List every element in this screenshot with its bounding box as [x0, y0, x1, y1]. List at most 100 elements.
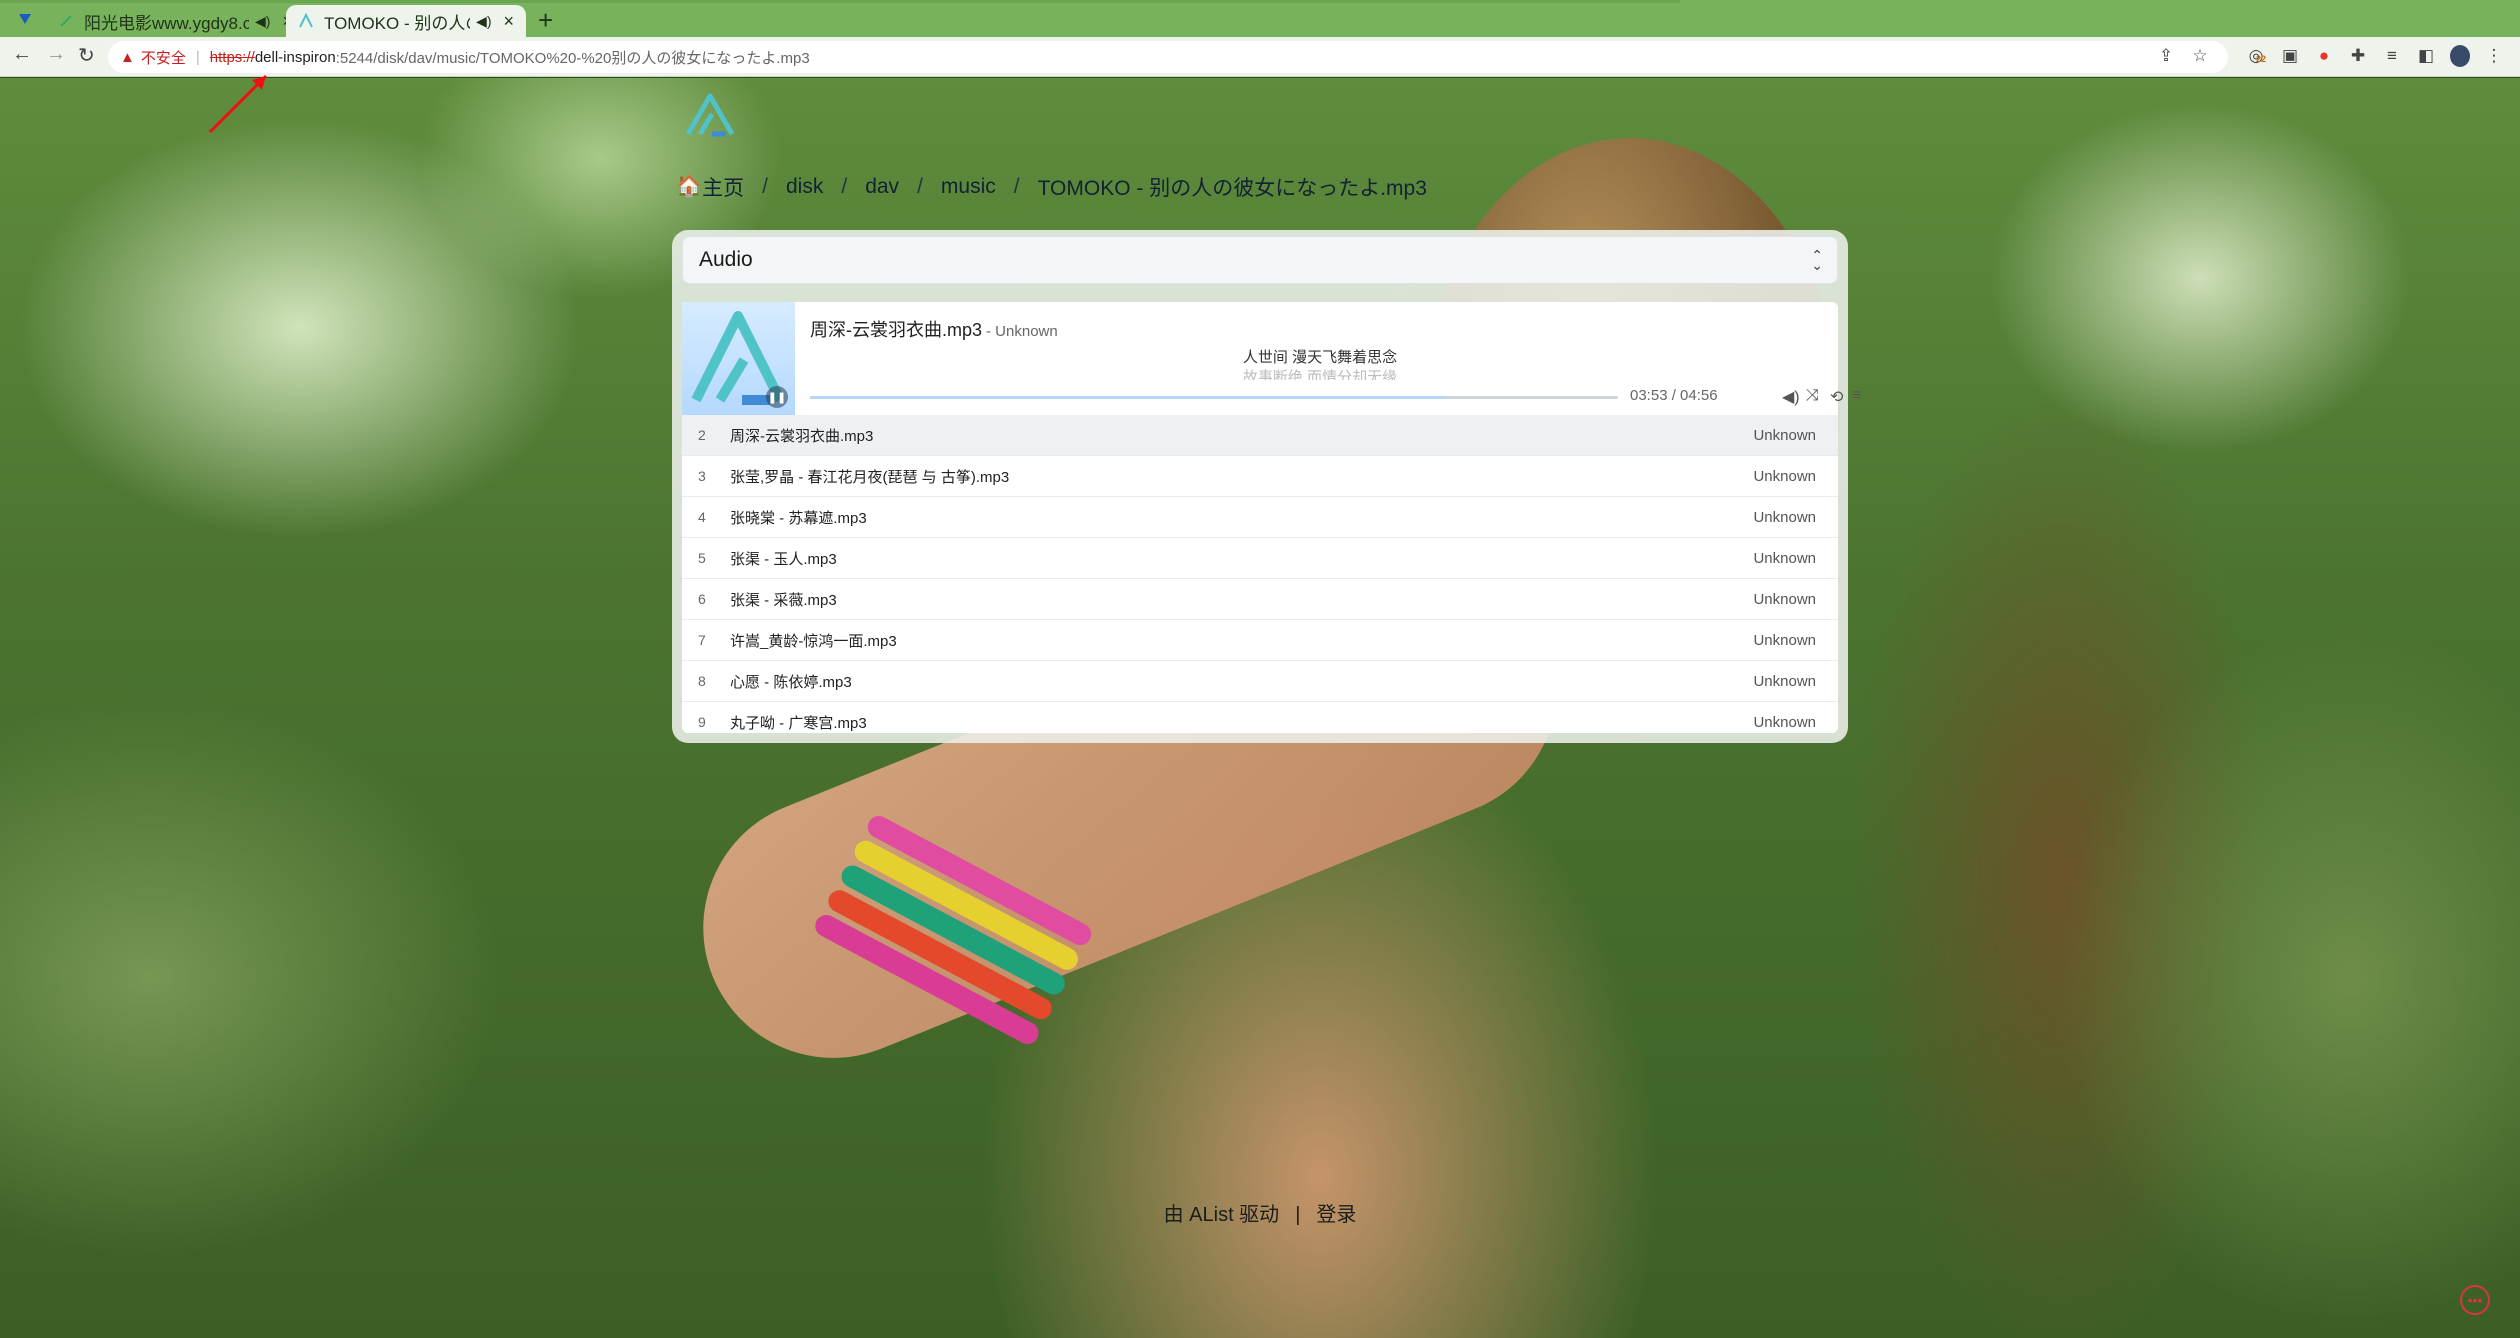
track-artist: Unknown: [1753, 508, 1816, 526]
breadcrumb-separator: /: [1013, 175, 1020, 198]
tab-strip: 阳光电影www.ygdy8.c ◀) × TOMOKO - 别の人の彼 ◀) ×…: [0, 0, 2520, 37]
alist-icon: [298, 12, 314, 29]
song-title: 周深-云裳羽衣曲.mp3: [810, 320, 983, 340]
extension-badge-icon[interactable]: ◎ 22: [2246, 46, 2266, 66]
viewer-select[interactable]: Audio ⌃ ⌄: [682, 236, 1838, 284]
playlist-item[interactable]: 4 张晓棠 - 苏幕遮.mp3 Unknown: [682, 497, 1838, 538]
breadcrumb-dav[interactable]: dav: [865, 175, 899, 199]
loop-icon[interactable]: ⟲: [1830, 387, 1843, 407]
tab-tomoko[interactable]: TOMOKO - 别の人の彼 ◀) ×: [286, 5, 526, 37]
bookmark-star-icon[interactable]: ☆: [2190, 46, 2210, 66]
extension-icon[interactable]: ▣: [2280, 46, 2300, 66]
url-path: :5244/disk/dav/music/TOMOKO%20-%20别の人の彼女…: [335, 49, 810, 67]
viewer-select-value: Audio: [699, 248, 753, 271]
share-icon[interactable]: ⇪: [2156, 46, 2176, 66]
playlist-item[interactable]: 6 张渠 - 采薇.mp3 Unknown: [682, 579, 1838, 620]
breadcrumb-separator: /: [917, 175, 923, 198]
sidebar-icon[interactable]: ◧: [2416, 46, 2436, 66]
alist-logo[interactable]: [682, 92, 738, 140]
lyric-current: 人世间 漫天飞舞着思念: [1242, 349, 1398, 366]
track-name: 张渠 - 玉人.mp3: [730, 550, 837, 568]
puzzle-icon[interactable]: ✚: [2348, 46, 2368, 66]
track-number: 4: [698, 509, 706, 525]
badge-count: 22: [2256, 54, 2267, 64]
divider: |: [195, 48, 200, 66]
breadcrumb-separator: /: [841, 175, 848, 198]
tab-ygdy8[interactable]: 阳光电影www.ygdy8.c ◀) ×: [46, 5, 305, 37]
footer: 由 AList 驱动 | 登录: [0, 1198, 2520, 1227]
playlist-icon[interactable]: ≡: [2382, 46, 2402, 66]
playlist-item[interactable]: 7 许嵩_黄龄-惊鸿一面.mp3 Unknown: [682, 620, 1838, 661]
track-number: 8: [698, 673, 706, 689]
playlist-item[interactable]: 2 周深-云裳羽衣曲.mp3 Unknown: [682, 415, 1838, 456]
page-icon: [58, 13, 74, 29]
address-bar: ← → ↻ ▲ 不安全 | https:// dell-inspiron :52…: [0, 37, 2520, 77]
now-playing-title: 周深-云裳羽衣曲.mp3- Unknown: [810, 316, 1058, 342]
track-number: 3: [698, 468, 706, 484]
playlist-item[interactable]: 3 张莹,罗晶 - 春江花月夜(琵琶 与 古筝).mp3 Unknown: [682, 456, 1838, 497]
track-name: 心愿 - 陈依婷.mp3: [730, 673, 852, 691]
breadcrumb: 🏠 主页 / disk / dav / music / TOMOKO - 别の人…: [676, 172, 1427, 202]
track-artist: Unknown: [1753, 426, 1816, 444]
progress-bar[interactable]: [810, 396, 1618, 399]
audio-player: ❚❚ 周深-云裳羽衣曲.mp3- Unknown 人世间 漫天飞舞着思念 故事断…: [682, 302, 1861, 415]
file-preview-panel: Audio ⌃ ⌄ ❚❚ 周深-云裳羽衣曲.mp3- Unknown 人世间 漫天…: [672, 230, 1861, 743]
back-arrow-icon[interactable]: ←: [12, 43, 32, 66]
menu-kebab-icon[interactable]: ⋮: [2484, 46, 2504, 66]
avatar[interactable]: [2450, 45, 2470, 67]
shuffle-icon[interactable]: ⤨: [1806, 387, 1819, 405]
powered-by-link[interactable]: 由 AList 驱动: [1164, 1204, 1280, 1226]
track-number: 5: [698, 550, 706, 566]
security-label[interactable]: 不安全: [141, 47, 186, 68]
album-cover: ❚❚: [682, 302, 795, 415]
track-name: 周深-云裳羽衣曲.mp3: [730, 427, 874, 445]
annotation-arrow: [208, 74, 268, 134]
song-artist: - Unknown: [986, 323, 1058, 340]
url-input[interactable]: ▲ 不安全 | https:// dell-inspiron :5244/dis…: [108, 41, 2228, 73]
more-options-icon[interactable]: •••: [2460, 1285, 2490, 1315]
track-number: 2: [698, 427, 706, 443]
new-tab-button[interactable]: +: [538, 5, 553, 36]
track-artist: Unknown: [1753, 467, 1816, 485]
progress-fill: [810, 396, 1446, 399]
url-scheme: https://: [209, 48, 255, 66]
playlist-item[interactable]: 8 心愿 - 陈依婷.mp3 Unknown: [682, 661, 1838, 702]
track-name: 丸子呦 - 广寒宫.mp3: [730, 714, 867, 732]
close-icon[interactable]: ×: [503, 11, 514, 32]
track-artist: Unknown: [1753, 713, 1816, 731]
tab-title: 阳光电影www.ygdy8.c: [84, 13, 249, 33]
opera-icon[interactable]: ●: [2314, 46, 2334, 66]
track-name: 张晓棠 - 苏幕遮.mp3: [730, 509, 867, 527]
speaker-icon[interactable]: ◀): [255, 13, 270, 30]
forward-arrow-icon[interactable]: →: [46, 43, 66, 66]
speaker-icon[interactable]: ◀): [476, 13, 491, 30]
breadcrumb-home[interactable]: 主页: [702, 172, 744, 202]
playlist-menu-icon[interactable]: ≡: [1852, 387, 1861, 405]
playlist-item[interactable]: 5 张渠 - 玉人.mp3 Unknown: [682, 538, 1838, 579]
volume-icon[interactable]: ◀): [1782, 387, 1800, 407]
url-host: dell-inspiron: [254, 48, 336, 66]
track-artist: Unknown: [1753, 549, 1816, 567]
breadcrumb-file[interactable]: TOMOKO - 别の人の彼女になったよ.mp3: [1038, 172, 1427, 202]
reload-icon[interactable]: ↻: [78, 43, 95, 68]
track-name: 许嵩_黄龄-惊鸿一面.mp3: [730, 632, 897, 650]
login-link[interactable]: 登录: [1316, 1204, 1356, 1226]
time-display: 03:53 / 04:56: [1630, 387, 1718, 404]
lyric-next: 故事断绝 而情分却无缘: [1242, 369, 1398, 380]
track-number: 6: [698, 591, 706, 607]
playlist-item[interactable]: 9 丸子呦 - 广寒宫.mp3 Unknown: [682, 702, 1838, 733]
track-name: 张渠 - 采薇.mp3: [730, 591, 837, 609]
chevron-updown-icon: ⌃ ⌄: [1811, 247, 1823, 273]
track-artist: Unknown: [1753, 672, 1816, 690]
footer-divider: |: [1295, 1204, 1301, 1226]
breadcrumb-separator: /: [762, 175, 768, 198]
home-icon[interactable]: 🏠: [676, 175, 702, 199]
breadcrumb-disk[interactable]: disk: [786, 175, 823, 199]
warning-icon[interactable]: ▲: [120, 49, 135, 66]
tab-search-icon[interactable]: [16, 10, 34, 28]
pause-icon[interactable]: ❚❚: [766, 386, 788, 408]
track-number: 7: [698, 632, 706, 648]
breadcrumb-music[interactable]: music: [941, 175, 996, 199]
tab-title: TOMOKO - 别の人の彼: [324, 13, 470, 33]
track-artist: Unknown: [1753, 631, 1816, 649]
